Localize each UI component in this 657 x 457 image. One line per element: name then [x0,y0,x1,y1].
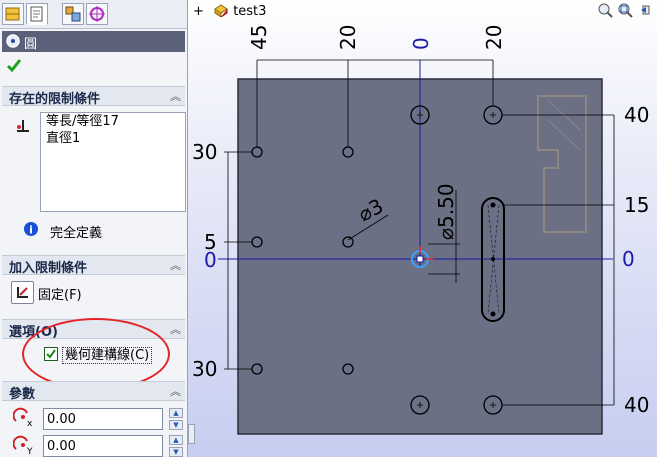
panel-splitter-handle[interactable] [188,424,195,444]
dim-right-0[interactable]: 0 [622,247,635,271]
list-item[interactable]: 等長/等徑17 [41,113,185,130]
configuration-manager-tab-icon [65,6,81,22]
center-x-stepper[interactable]: ▲ ▼ [169,408,183,430]
ok-button[interactable] [6,57,22,77]
fix-relation-label: 固定(F) [38,288,82,303]
dim-right-15[interactable]: 15 [624,193,649,217]
feature-manager-tab[interactable] [2,3,24,25]
feature-manager-tab-icon [5,7,20,21]
dim-top-20-right[interactable]: 20 [482,25,506,50]
center-x-icon: x [13,407,33,427]
property-manager-tab-icon [30,6,43,22]
center-x-field[interactable] [43,408,163,430]
dimxpert-tab-icon [89,6,105,22]
property-manager-panel: 圓 存在的限制條件 ︽ 等長/等徑17 直徑1 i 完全定義 加入限制條件 ︽ … [0,0,188,457]
parameters-title: 參數 [9,387,36,402]
existing-relations-header[interactable]: 存在的限制條件 ︽ [2,86,185,107]
property-manager-tab[interactable] [26,3,48,25]
collapse-chevron-icon[interactable]: ︽ [170,321,181,337]
page-title: 圓 [24,37,38,52]
dim-left-30-top[interactable]: 30 [192,140,217,164]
fix-relation-button[interactable] [11,281,34,304]
sketch-drawing: 45 20 0 20 40 15 0 40 30 5 0 30 ⌀3 ⌀5.50 [192,25,649,435]
property-title-bar: 圓 [2,31,185,52]
svg-text:i: i [29,224,33,237]
checkmark-icon [6,59,22,73]
definition-status: 完全定義 [50,226,103,241]
dim-left-30-bottom[interactable]: 30 [192,357,217,381]
existing-relations-list[interactable]: 等長/等徑17 直徑1 [40,112,186,212]
center-y-icon: Y [13,435,33,455]
collapse-chevron-icon[interactable]: ︽ [170,257,181,273]
fix-relation-icon [17,287,28,298]
add-relations-header[interactable]: 加入限制條件 ︽ [2,255,185,276]
dim-top-0[interactable]: 0 [409,37,433,50]
dim-left-0[interactable]: 0 [204,248,217,272]
graphics-area[interactable]: + test3 45 20 0 20 40 15 0 40 30 5 0 30 … [188,0,657,457]
collapse-chevron-icon[interactable]: ︽ [170,88,181,104]
manager-tabs [0,0,187,29]
center-y-field[interactable] [43,435,163,457]
configuration-manager-tab[interactable] [62,3,84,25]
highlight-annotation-ellipse [22,318,170,390]
info-icon: i [24,222,38,237]
svg-text:x: x [27,419,33,427]
add-relations-title: 加入限制條件 [9,261,88,276]
dim-top-20-left[interactable]: 20 [336,25,360,50]
dim-right-40-top[interactable]: 40 [624,103,649,127]
circle-icon [6,34,20,48]
center-y-stepper[interactable]: ▲ ▼ [169,435,183,457]
dim-diameter-5-50[interactable]: ⌀5.50 [434,183,458,240]
dim-right-40-bottom[interactable]: 40 [624,393,649,417]
collapse-chevron-icon[interactable]: ︽ [170,383,181,399]
dim-top-45[interactable]: 45 [247,25,271,50]
svg-text:Y: Y [26,447,33,455]
existing-relations-title: 存在的限制條件 [9,92,101,107]
parameters-header[interactable]: 參數 ︽ [2,381,185,402]
relations-icon [17,120,29,132]
dimxpert-tab[interactable] [86,3,108,25]
list-item[interactable]: 直徑1 [41,130,185,147]
